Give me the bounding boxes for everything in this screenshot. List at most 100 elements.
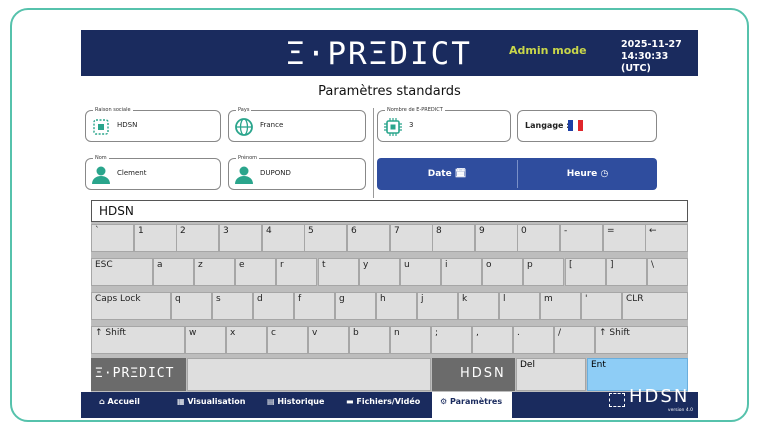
- key[interactable]: z: [194, 258, 235, 286]
- admin-mode-label: Admin mode: [509, 44, 587, 57]
- version-label: version 4.0: [667, 408, 693, 413]
- key[interactable]: n: [390, 326, 431, 354]
- key[interactable]: 5: [304, 224, 347, 252]
- key[interactable]: x: [226, 326, 267, 354]
- pays-value: France: [260, 121, 284, 129]
- space-key[interactable]: [187, 358, 431, 391]
- shift-key-left[interactable]: ↑ Shift: [91, 326, 185, 354]
- folder-icon: ▬: [346, 397, 354, 406]
- prenom-field[interactable]: Prénom DUPOND: [228, 154, 366, 190]
- key[interactable]: q: [171, 292, 212, 320]
- nom-field[interactable]: Nom Clement: [85, 154, 221, 190]
- langage-label: Langage :: [525, 121, 570, 130]
- key[interactable]: t: [318, 258, 359, 286]
- date-button[interactable]: Date 🗓︎: [377, 158, 517, 190]
- key[interactable]: `: [91, 224, 134, 252]
- key[interactable]: -: [560, 224, 603, 252]
- key[interactable]: r: [276, 258, 317, 286]
- nav-visualisation[interactable]: ▦ Visualisation: [177, 392, 245, 418]
- key[interactable]: ←: [645, 224, 688, 252]
- nav-accueil[interactable]: ⌂ Accueil: [99, 392, 140, 418]
- key[interactable]: 7: [390, 224, 433, 252]
- key[interactable]: f: [294, 292, 335, 320]
- shift-key-right[interactable]: ↑ Shift: [595, 326, 688, 354]
- key[interactable]: a: [153, 258, 194, 286]
- section-divider: [373, 108, 374, 198]
- key[interactable]: l: [499, 292, 540, 320]
- key[interactable]: j: [417, 292, 458, 320]
- key[interactable]: .: [513, 326, 554, 354]
- nav-parametres-label: Paramètres: [449, 397, 503, 406]
- key[interactable]: ;: [431, 326, 472, 354]
- date-time-buttons: Date 🗓︎ Heure ◷: [377, 158, 657, 190]
- clock-date: 2025-11-27: [621, 39, 682, 50]
- calendar-icon: 🗓︎: [454, 169, 467, 179]
- key[interactable]: 4: [262, 224, 305, 252]
- nav-historique[interactable]: ▤ Historique: [267, 392, 324, 418]
- key[interactable]: c: [267, 326, 308, 354]
- key[interactable]: w: [185, 326, 226, 354]
- nav-parametres[interactable]: ⚙ Paramètres: [432, 392, 512, 418]
- key[interactable]: h: [376, 292, 417, 320]
- nav-accueil-label: Accueil: [107, 397, 140, 406]
- clock: 2025-11-27 14:30:33 (UTC): [621, 39, 698, 75]
- key[interactable]: i: [441, 258, 482, 286]
- key[interactable]: ,: [472, 326, 513, 354]
- key[interactable]: o: [482, 258, 523, 286]
- key[interactable]: 2: [176, 224, 219, 252]
- bottom-nav: ⌂ Accueil ▦ Visualisation ▤ Historique ▬…: [81, 386, 698, 418]
- field-legend: Prénom: [236, 154, 260, 162]
- field-legend: Nom: [93, 154, 109, 162]
- key[interactable]: 1: [134, 224, 177, 252]
- del-key[interactable]: Del: [516, 358, 586, 391]
- date-button-label: Date: [427, 169, 452, 179]
- key[interactable]: s: [212, 292, 253, 320]
- key[interactable]: 3: [219, 224, 262, 252]
- key[interactable]: e: [235, 258, 276, 286]
- brand-text: HDSN: [629, 386, 690, 407]
- key[interactable]: u: [400, 258, 441, 286]
- field-legend: Nombre de E-PREDICT: [385, 106, 445, 114]
- key[interactable]: v: [308, 326, 349, 354]
- key[interactable]: ': [581, 292, 622, 320]
- nombre-epredict-field[interactable]: Nombre de E-PREDICT 3: [377, 106, 511, 142]
- globe-icon: [235, 118, 253, 136]
- nav-visualisation-label: Visualisation: [187, 397, 246, 406]
- key[interactable]: [: [565, 258, 606, 286]
- key[interactable]: \: [647, 258, 688, 286]
- nav-fichiers[interactable]: ▬ Fichiers/Vidéo: [346, 392, 420, 418]
- key[interactable]: 0: [517, 224, 560, 252]
- hdsn-brand: HDSN version 4.0: [609, 386, 695, 418]
- key[interactable]: p: [523, 258, 564, 286]
- key[interactable]: 8: [432, 224, 475, 252]
- key[interactable]: k: [458, 292, 499, 320]
- key[interactable]: g: [335, 292, 376, 320]
- heure-button[interactable]: Heure ◷: [518, 158, 657, 190]
- user-icon: [235, 166, 253, 184]
- key[interactable]: y: [359, 258, 400, 286]
- key[interactable]: b: [349, 326, 390, 354]
- keyboard-input[interactable]: HDSN: [91, 200, 688, 222]
- langage-select[interactable]: Langage :: [517, 110, 657, 142]
- raison-sociale-value: HDSN: [117, 121, 138, 129]
- key[interactable]: 9: [475, 224, 518, 252]
- raison-sociale-field[interactable]: Raison sociale HDSN: [85, 106, 221, 142]
- nav-fichiers-label: Fichiers/Vidéo: [356, 397, 421, 406]
- key[interactable]: ]: [606, 258, 647, 286]
- key[interactable]: d: [253, 292, 294, 320]
- key[interactable]: /: [554, 326, 595, 354]
- clock-icon: ◷: [600, 169, 609, 179]
- pays-field[interactable]: Pays France: [228, 106, 366, 142]
- hdsn-chip-icon: [609, 393, 625, 407]
- keyboard-logo-epredict: Ξ·PRΞDICT: [91, 358, 186, 391]
- chip-icon: [384, 118, 402, 136]
- clr-key[interactable]: CLR: [622, 292, 688, 320]
- user-icon: [92, 166, 110, 184]
- key[interactable]: 6: [347, 224, 390, 252]
- field-legend: Raison sociale: [93, 106, 133, 114]
- key[interactable]: =: [603, 224, 646, 252]
- clock-time: 14:30:33 (UTC): [621, 51, 669, 74]
- esc-key[interactable]: ESC: [91, 258, 153, 286]
- key[interactable]: m: [540, 292, 581, 320]
- caps-lock-key[interactable]: Caps Lock: [91, 292, 171, 320]
